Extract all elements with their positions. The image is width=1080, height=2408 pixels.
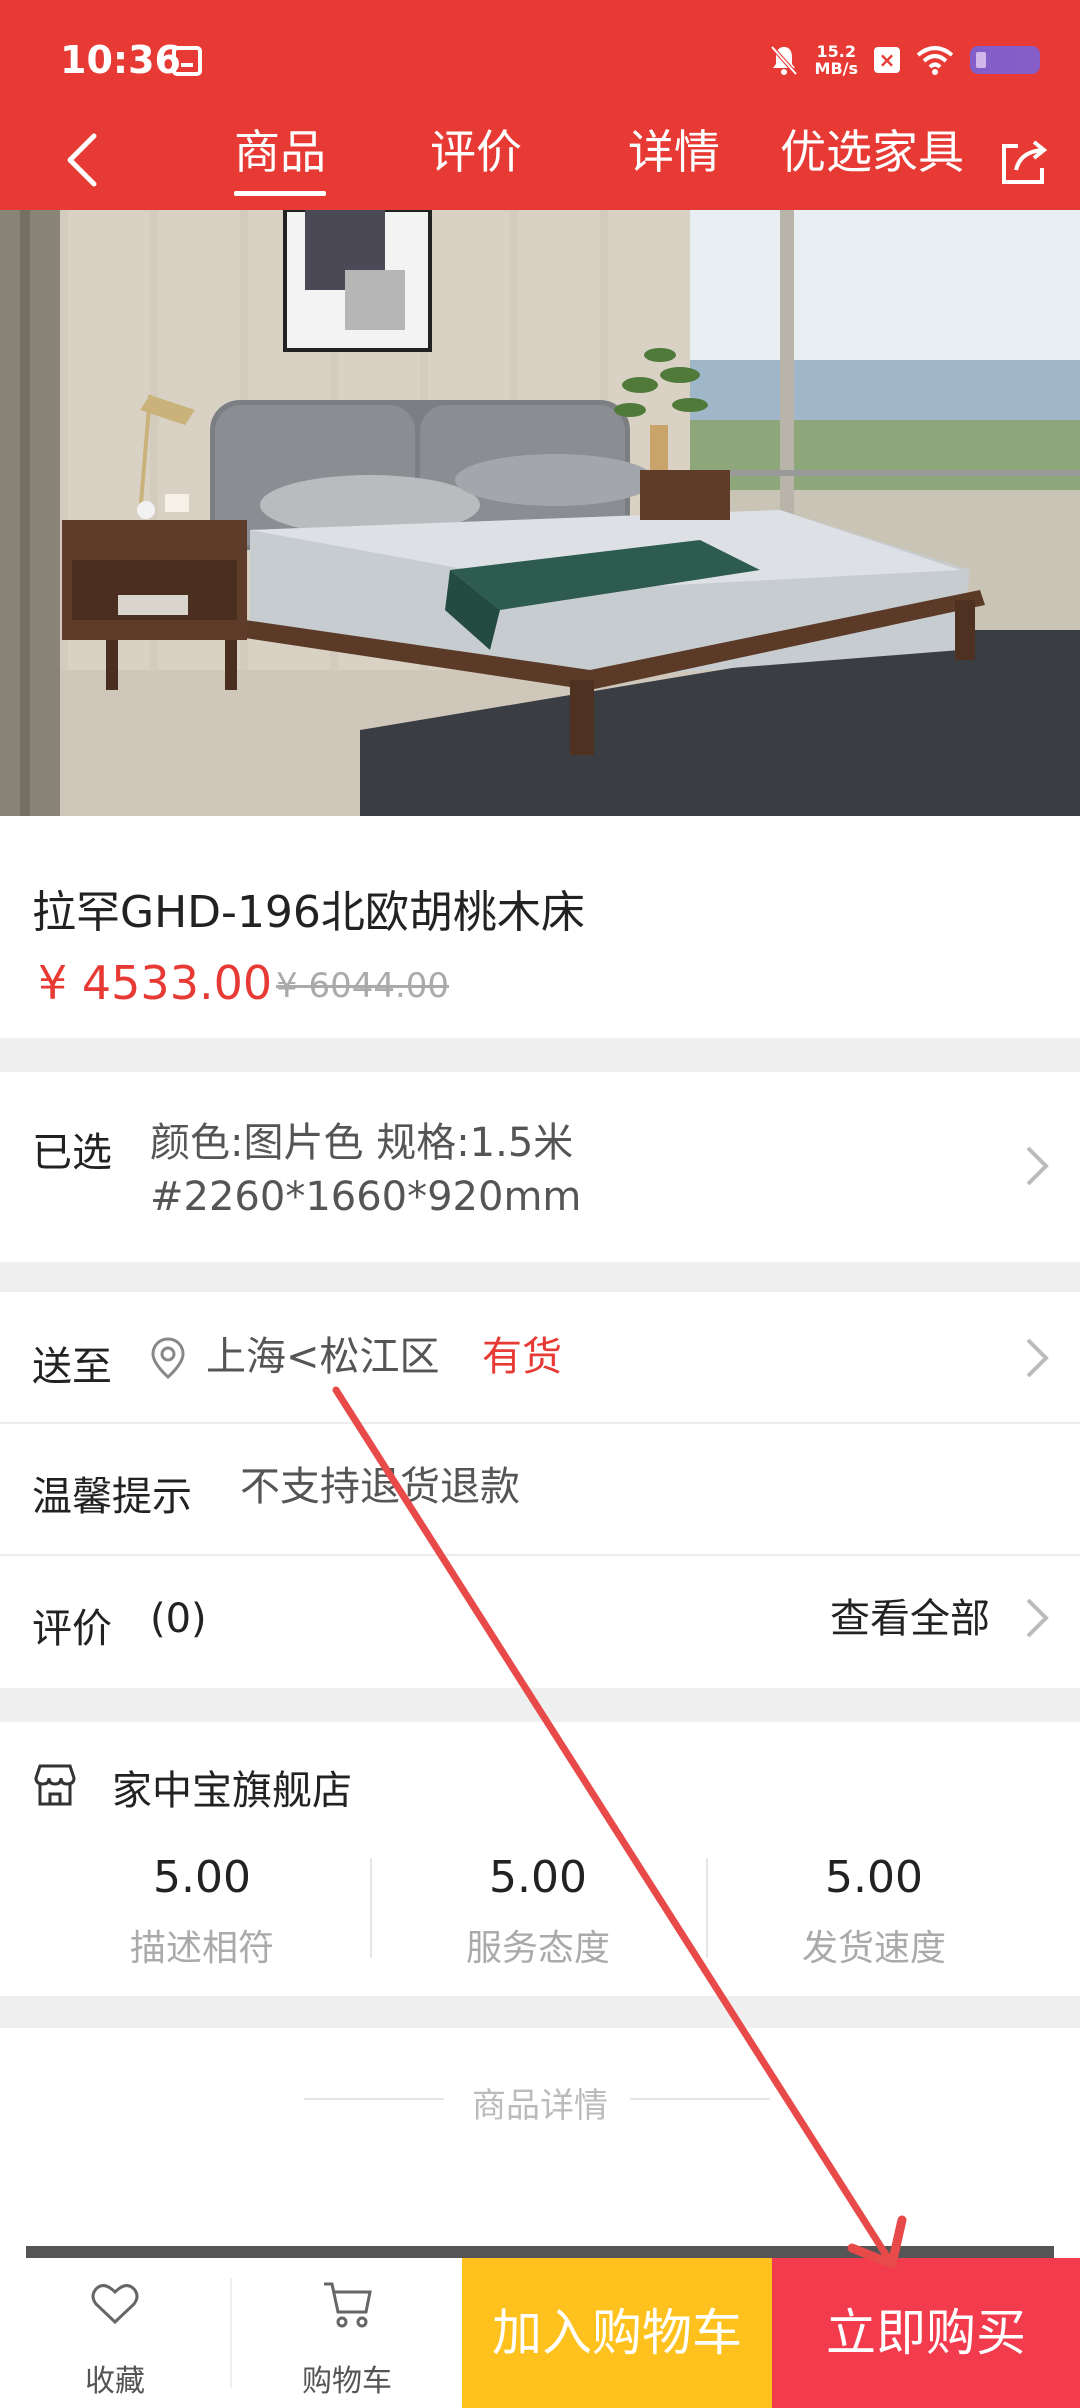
original-price: ¥ 6044.00 (276, 966, 450, 1006)
chevron-right-icon (1026, 1146, 1049, 1186)
selected-spec-row[interactable]: 已选 颜色:图片色 规格:1.5米 #2260*1660*920mm (0, 1072, 1080, 1262)
share-icon[interactable] (998, 136, 1050, 188)
product-image[interactable] (0, 210, 1080, 816)
tab-reviews[interactable]: 评价 (430, 124, 522, 194)
store-icon (34, 1764, 76, 1806)
details-title: 商品详情 (472, 2086, 608, 2126)
wifi-icon (916, 45, 954, 75)
divider (370, 1858, 372, 1958)
favorite-button[interactable]: 收藏 (0, 2258, 230, 2408)
calendar-icon (172, 46, 202, 76)
score-value: 5.00 (489, 1852, 587, 1903)
divider (630, 2098, 770, 2100)
score-label: 服务态度 (465, 1928, 610, 1969)
bed-photo-illustration (0, 210, 1080, 816)
delivery-notice-review-card: 送至 上海<松江区 有货 温馨提示 不支持退货退款 评价 (0) 查看全部 (0, 1292, 1080, 1688)
store-card[interactable]: 家中宝旗舰店 5.00 描述相符 5.00 服务态度 5.00 发货速度 (0, 1722, 1080, 1996)
battery-icon (970, 46, 1040, 74)
product-info-card: 拉罕GHD-196北欧胡桃木床 ¥ 4533.00 ¥ 6044.00 (0, 816, 1080, 1038)
product-price: ¥ 4533.00 (38, 956, 273, 1010)
score-label: 发货速度 (801, 1928, 946, 1969)
tab-details[interactable]: 详情 (628, 124, 720, 194)
top-nav: 商品 评价 详情 优选家具 (0, 110, 1080, 210)
x-app-icon: × (874, 47, 900, 73)
selected-spec-line2: #2260*1660*920mm (150, 1174, 582, 1220)
chevron-right-icon (1026, 1338, 1049, 1378)
details-section: 商品详情 (0, 2028, 1080, 2258)
shopping-cart-icon (324, 2282, 372, 2328)
back-arrow-icon[interactable] (56, 128, 116, 188)
notice-row: 温馨提示 不支持退货退款 (0, 1424, 1080, 1554)
view-all-reviews-link[interactable]: 查看全部 (830, 1592, 990, 1646)
selected-spec-line1: 颜色:图片色 规格:1.5米 (150, 1120, 574, 1166)
cart-button[interactable]: 购物车 (232, 2258, 462, 2408)
status-bar: 10:36 15.2 MB/s × (0, 0, 1080, 110)
location-pin-icon (151, 1337, 185, 1379)
bottom-action-bar: 收藏 购物车 加入购物车 立即购买 (0, 2258, 1080, 2408)
cart-label: 购物车 (302, 2364, 392, 2399)
score-description: 5.00 描述相符 (52, 1852, 352, 1971)
app-header: 10:36 15.2 MB/s × 商品 评价 详情 优选家具 (0, 0, 1080, 210)
delivery-location: 上海<松江区 (206, 1334, 440, 1380)
status-time: 10:36 (60, 38, 181, 82)
delivery-label: 送至 (32, 1344, 112, 1390)
add-to-cart-button[interactable]: 加入购物车 (462, 2258, 772, 2408)
delivery-row[interactable]: 送至 上海<松江区 有货 (0, 1292, 1080, 1422)
reviews-count: (0) (150, 1596, 207, 1642)
buy-now-button[interactable]: 立即购买 (772, 2258, 1080, 2408)
score-label: 描述相符 (129, 1928, 274, 1969)
net-speed: 15.2 MB/s (815, 43, 858, 77)
store-name: 家中宝旗舰店 (112, 1768, 352, 1814)
net-speed-unit: MB/s (814, 59, 858, 78)
score-shipping: 5.00 发货速度 (724, 1852, 1024, 1971)
divider (706, 1858, 708, 1958)
heart-icon (91, 2284, 139, 2325)
tab-recommended-furniture[interactable]: 优选家具 (780, 124, 964, 194)
tab-product[interactable]: 商品 (234, 124, 326, 196)
reviews-label: 评价 (32, 1606, 112, 1652)
chevron-right-icon (1026, 1598, 1049, 1638)
status-icons: 15.2 MB/s × (769, 40, 1040, 80)
stock-status: 有货 (482, 1334, 562, 1380)
detail-image-edge (26, 2246, 1054, 2258)
score-service: 5.00 服务态度 (388, 1852, 688, 1971)
product-title: 拉罕GHD-196北欧胡桃木床 (32, 887, 585, 938)
reviews-row[interactable]: 评价 (0) 查看全部 (0, 1556, 1080, 1688)
score-value: 5.00 (153, 1852, 251, 1903)
notice-text: 不支持退货退款 (240, 1464, 520, 1510)
favorite-label: 收藏 (85, 2364, 145, 2399)
selected-label: 已选 (32, 1130, 112, 1176)
score-value: 5.00 (825, 1852, 923, 1903)
muted-bell-icon (769, 44, 799, 76)
notice-label: 温馨提示 (32, 1474, 192, 1520)
